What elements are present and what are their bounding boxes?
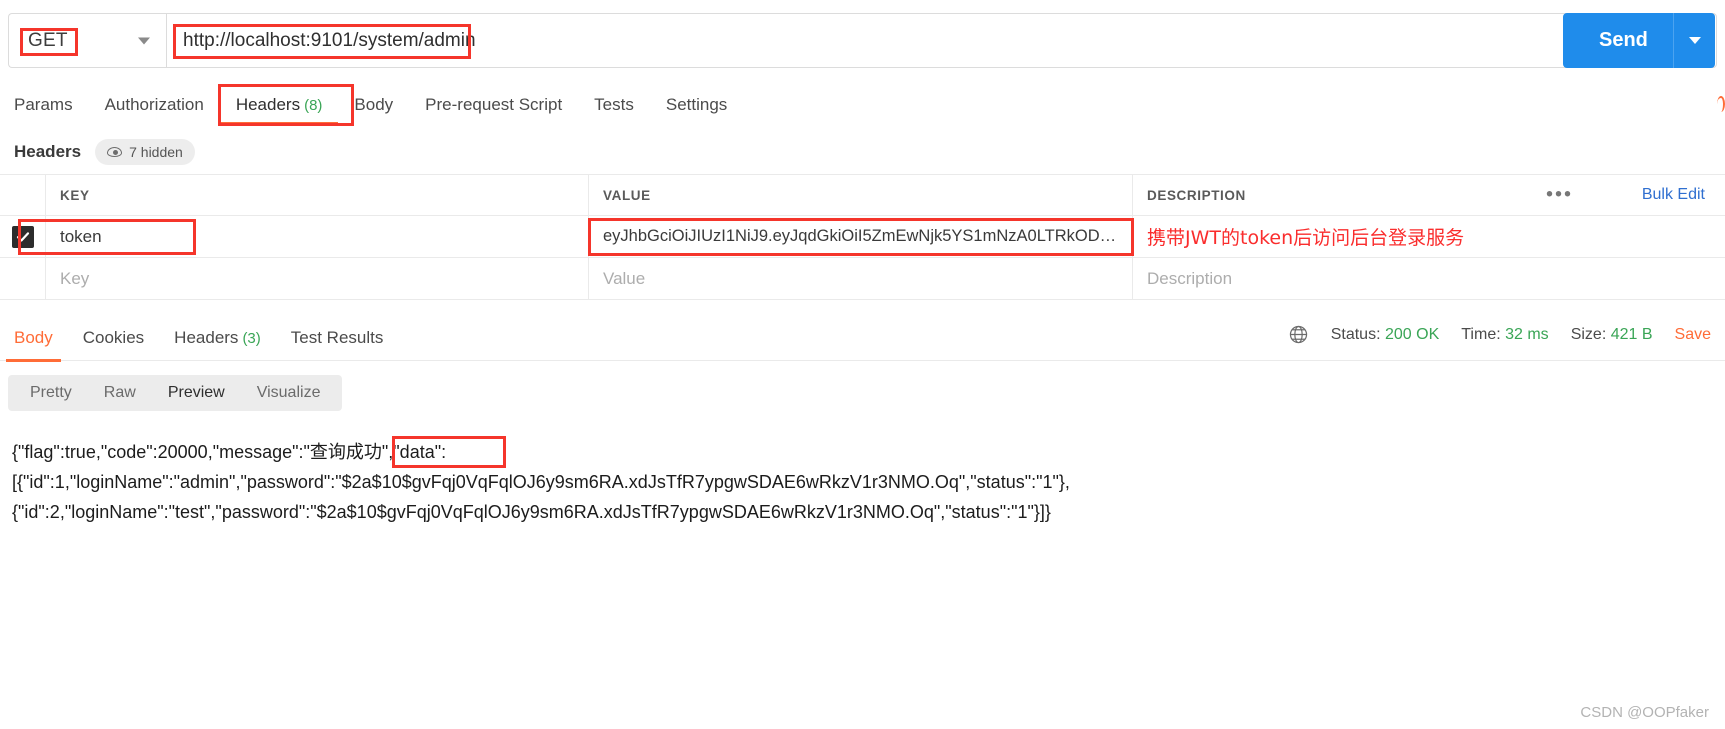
status-value: 200 OK	[1384, 325, 1440, 343]
response-tab-cookies[interactable]: Cookies	[83, 328, 144, 348]
cookies-indicator-icon	[1717, 96, 1725, 112]
headers-subbar: Headers 7 hidden	[0, 132, 1725, 172]
empty-row-value-input[interactable]: Value	[589, 258, 1133, 299]
row-value-text: eyJhbGciOiJIUzI1NiJ9.eyJqdGkiOiI5ZmEwNjk…	[603, 227, 1119, 245]
table-row: token eyJhbGciOiJIUzI1NiJ9.eyJqdGkiOiI5Z…	[0, 216, 1725, 258]
hidden-headers-label: 7 hidden	[129, 144, 183, 160]
table-row-empty: Key Value Description	[0, 258, 1725, 300]
format-tab-raw[interactable]: Raw	[88, 384, 152, 402]
bulk-edit-button[interactable]: Bulk Edit	[1642, 186, 1705, 204]
row-description-cell[interactable]: 携带JWT的token后访问后台登录服务	[1133, 216, 1725, 257]
annotation-text: 携带JWT的token后访问后台登录服务	[1147, 227, 1465, 249]
send-button-label: Send	[1599, 29, 1648, 51]
row-key-cell[interactable]: token	[18, 216, 589, 257]
row-key-value: token	[60, 226, 102, 246]
format-tab-preview[interactable]: Preview	[152, 384, 241, 402]
format-tab-visualize[interactable]: Visualize	[241, 384, 337, 402]
time-label: Time:	[1461, 325, 1501, 343]
status-label: Status:	[1330, 325, 1381, 343]
table-header-key: KEY	[46, 175, 589, 215]
http-method-selector[interactable]: GET	[8, 13, 166, 68]
tab-body[interactable]: Body	[354, 95, 393, 115]
tab-authorization[interactable]: Authorization	[105, 95, 204, 115]
table-header-description: DESCRIPTION ••• Bulk Edit	[1147, 183, 1705, 207]
table-header-value: VALUE	[589, 175, 1133, 215]
tab-params[interactable]: Params	[14, 95, 73, 115]
http-method-label: GET	[28, 29, 68, 51]
empty-row-key-input[interactable]: Key	[46, 258, 589, 299]
time-group: Time: 32 ms	[1461, 326, 1548, 344]
empty-row-description-input[interactable]: Description	[1133, 258, 1725, 299]
response-format-tabs: Pretty Raw Preview Visualize	[8, 375, 343, 411]
chevron-down-icon	[1688, 37, 1701, 44]
tab-tests[interactable]: Tests	[594, 95, 634, 115]
headers-count: (8)	[304, 97, 323, 114]
request-url-input[interactable]: http://localhost:9101/system/admin	[166, 13, 1717, 68]
size-label: Size:	[1570, 325, 1607, 343]
row-checkbox-cell	[0, 216, 46, 257]
tab-headers[interactable]: Headers (8)	[217, 84, 354, 126]
tab-settings[interactable]: Settings	[666, 95, 727, 115]
active-tab-indicator	[219, 122, 339, 126]
table-header-row: KEY VALUE DESCRIPTION ••• Bulk Edit	[0, 174, 1725, 216]
response-tab-headers[interactable]: Headers (3)	[174, 328, 261, 348]
send-options-button[interactable]	[1673, 13, 1715, 68]
table-header-checkbox-cell	[0, 175, 46, 215]
response-tab-body[interactable]: Body	[6, 328, 61, 362]
eye-icon	[107, 147, 123, 157]
time-value: 32 ms	[1505, 325, 1549, 343]
key-placeholder: Key	[60, 268, 90, 288]
value-placeholder: Value	[603, 268, 646, 288]
hidden-headers-toggle[interactable]: 7 hidden	[95, 139, 195, 165]
response-tab-test-results[interactable]: Test Results	[291, 328, 384, 348]
tab-pre-request-script[interactable]: Pre-request Script	[425, 95, 562, 115]
more-options-icon[interactable]: •••	[1546, 184, 1573, 207]
row-value-cell[interactable]: eyJhbGciOiJIUzI1NiJ9.eyJqdGkiOiI5ZmEwNjk…	[588, 216, 1134, 257]
save-response-button[interactable]: Save	[1675, 326, 1711, 344]
size-value: 421 B	[1610, 325, 1653, 343]
size-group: Size: 421 B	[1571, 326, 1653, 344]
chevron-down-icon	[138, 37, 150, 44]
request-url-value: http://localhost:9101/system/admin	[183, 29, 476, 51]
response-meta: Status: 200 OK Time: 32 ms Size: 421 B S…	[1288, 324, 1711, 345]
postman-window: GET http://localhost:9101/system/admin S…	[0, 0, 1725, 729]
request-tabs: Params Authorization Headers (8) Body Pre…	[0, 83, 1725, 127]
request-url-bar: GET http://localhost:9101/system/admin	[8, 13, 1717, 68]
globe-icon	[1288, 324, 1309, 345]
response-body-content: {"flag":true,"code":20000,"message":"查询成…	[12, 442, 1070, 522]
row-checkbox[interactable]	[11, 225, 34, 248]
description-placeholder: Description	[1147, 268, 1233, 288]
watermark: CSDN @OOPfaker	[1580, 704, 1709, 721]
response-headers-count: (3)	[242, 329, 261, 347]
headers-section-title: Headers	[14, 142, 82, 161]
format-tab-pretty[interactable]: Pretty	[14, 384, 88, 402]
status-group: Status: 200 OK	[1331, 326, 1440, 344]
send-button[interactable]: Send	[1563, 13, 1715, 68]
headers-table: KEY VALUE DESCRIPTION ••• Bulk Edit toke…	[0, 174, 1725, 300]
empty-row-checkbox-cell	[0, 258, 46, 299]
